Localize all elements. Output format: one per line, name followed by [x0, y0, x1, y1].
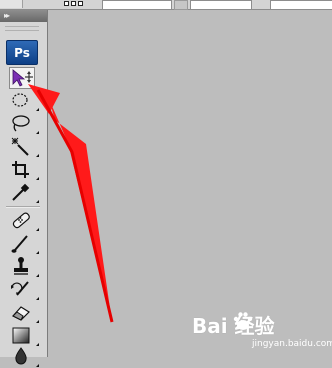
clone-stamp-icon — [14, 257, 28, 275]
eyedropper-tool-button[interactable] — [9, 182, 39, 204]
magic-wand-tool-button[interactable] — [9, 136, 39, 158]
history-brush-icon — [11, 281, 29, 296]
photoshop-logo[interactable]: Ps — [6, 40, 38, 65]
eyedropper-icon — [12, 183, 30, 201]
magic-wand-icon — [11, 137, 29, 156]
panel-grip[interactable] — [5, 26, 39, 31]
auto-select-controls[interactable] — [60, 0, 100, 8]
clone-stamp-tool-button[interactable] — [9, 256, 39, 278]
healing-brush-icon — [12, 212, 30, 229]
history-brush-tool-button[interactable] — [9, 279, 39, 301]
tools-panel-header[interactable]: ▸▸ — [0, 10, 47, 22]
watermark-url: jingyan.baidu.com — [252, 339, 332, 349]
tool-flyout-indicator — [36, 364, 39, 367]
tool-flyout-indicator — [36, 108, 39, 111]
brush-tool-button[interactable] — [9, 233, 39, 255]
tool-flyout-indicator — [36, 228, 39, 231]
elliptical-marquee-icon — [12, 93, 28, 107]
crop-icon — [12, 161, 29, 178]
tool-flyout-indicator — [36, 274, 39, 277]
blur-tool-button[interactable] — [9, 346, 39, 368]
blur-icon — [15, 347, 27, 365]
options-bar — [0, 0, 332, 10]
expand-panel-icon[interactable]: ▸▸ — [4, 10, 10, 22]
tools-panel: ▸▸ Ps — [0, 10, 48, 367]
crop-tool-button[interactable] — [9, 159, 39, 181]
tool-preset-picker[interactable] — [0, 0, 23, 8]
watermark: Bai 经验 jingyan.baidu.com — [188, 302, 332, 357]
align-icon[interactable] — [64, 1, 69, 6]
lasso-tool-button[interactable] — [9, 113, 39, 135]
paw-logo-icon — [233, 312, 253, 330]
tool-flyout-indicator — [36, 343, 39, 346]
options-field[interactable] — [190, 0, 252, 10]
brush-icon — [11, 235, 28, 253]
options-checkbox[interactable] — [174, 0, 188, 10]
healing-brush-tool-button[interactable] — [9, 210, 39, 232]
lasso-icon — [12, 115, 30, 132]
tool-flyout-indicator — [36, 154, 39, 157]
eraser-icon — [12, 306, 30, 321]
tool-flyout-indicator — [36, 200, 39, 203]
toolbox-separator — [6, 206, 40, 208]
align-icon[interactable] — [78, 1, 83, 6]
gradient-tool-button[interactable] — [9, 325, 39, 347]
tool-flyout-indicator — [36, 297, 39, 300]
eraser-tool-button[interactable] — [9, 302, 39, 324]
options-field[interactable] — [270, 0, 332, 10]
tool-flyout-indicator — [36, 177, 39, 180]
tool-flyout-indicator — [36, 251, 39, 254]
align-icon[interactable] — [71, 1, 76, 6]
gradient-icon — [12, 327, 30, 344]
marquee-tool-button[interactable] — [9, 90, 39, 112]
options-field[interactable] — [102, 0, 172, 10]
move-tool-button[interactable] — [9, 67, 35, 89]
move-tool-icon — [12, 69, 33, 87]
tool-flyout-indicator — [36, 131, 39, 134]
tool-flyout-indicator — [36, 320, 39, 323]
